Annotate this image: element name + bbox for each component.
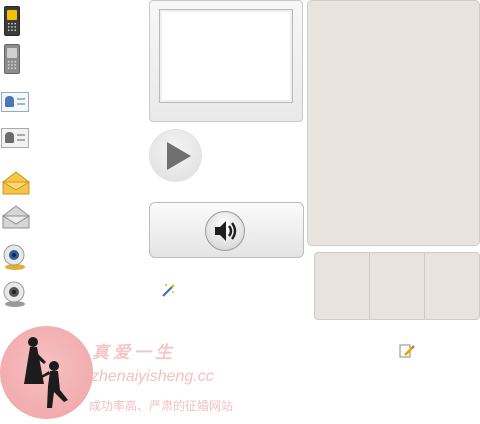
pencil-icon[interactable] (399, 343, 415, 359)
side-content-panel (307, 0, 480, 246)
contact-card-icon[interactable] (0, 128, 30, 160)
speaker-icon (205, 211, 245, 251)
webcam-icon[interactable] (0, 280, 30, 312)
watermark-logo (0, 326, 93, 419)
video-preview-screen (159, 9, 293, 103)
magic-wand-icon[interactable] (160, 282, 176, 298)
watermark-slogan: 成功率高、严肃的征婚网站 (89, 399, 234, 413)
volume-button[interactable] (149, 202, 304, 258)
mobile-phone-active-icon[interactable] (0, 6, 30, 38)
watermark-title: 真爱一生 (92, 343, 176, 363)
grid-cell[interactable] (425, 253, 479, 319)
webcam-active-icon[interactable] (0, 243, 30, 275)
envelope-active-icon[interactable] (0, 170, 30, 202)
thumbnail-grid (314, 252, 480, 320)
mobile-phone-icon[interactable] (0, 44, 30, 76)
envelope-icon[interactable] (0, 204, 30, 236)
play-button[interactable] (150, 130, 201, 181)
grid-cell[interactable] (315, 253, 370, 319)
play-icon (167, 142, 191, 170)
video-preview-panel (149, 0, 303, 122)
watermark-domain: zhenaiyisheng.cc (91, 368, 214, 385)
grid-cell[interactable] (370, 253, 425, 319)
contact-card-active-icon[interactable] (0, 92, 30, 124)
